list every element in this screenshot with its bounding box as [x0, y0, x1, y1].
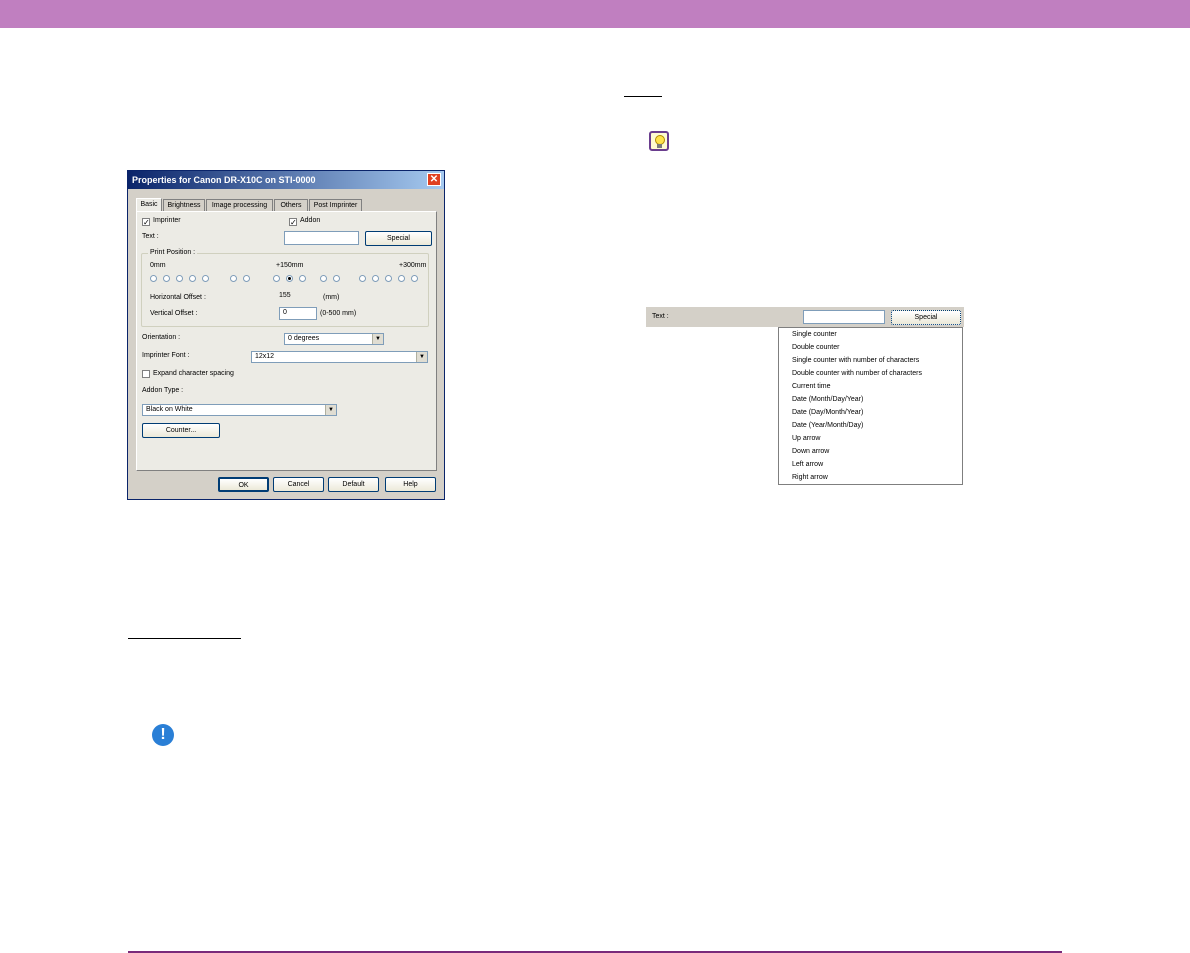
lightbulb-icon	[649, 131, 669, 151]
vertical-offset-field[interactable]: 0	[279, 307, 317, 320]
position-radio-15[interactable]	[385, 275, 392, 282]
snippet-special-button[interactable]: Special	[891, 310, 961, 325]
chevron-down-icon[interactable]: ▼	[416, 352, 427, 362]
imprinter-font-label: Imprinter Font :	[142, 352, 190, 359]
menu-item[interactable]: Date (Year/Month/Day)	[792, 422, 863, 429]
position-radio-12[interactable]	[333, 275, 340, 282]
tab-post-imprinter[interactable]: Post Imprinter	[309, 199, 362, 211]
snippet-text-label: Text :	[652, 313, 669, 320]
position-radio-8[interactable]	[273, 275, 280, 282]
exclamation-icon: !	[152, 724, 174, 746]
position-radio-11[interactable]	[320, 275, 327, 282]
help-button[interactable]: Help	[385, 477, 436, 492]
orientation-value: 0 degrees	[288, 335, 320, 342]
dialog-titlebar: Properties for Canon DR-X10C on STI-0000…	[128, 171, 444, 189]
default-button[interactable]: Default	[328, 477, 379, 492]
section-underline	[128, 638, 241, 639]
print-position-group: Print Position : 0mm +150mm +300mm Horiz…	[141, 249, 429, 327]
basic-tab-panel: ✓ Imprinter ✓ Addon Text : Special Print…	[136, 211, 437, 471]
menu-item[interactable]: Left arrow	[792, 461, 823, 468]
menu-item[interactable]: Double counter	[792, 344, 839, 351]
special-menu: Single counter Double counter Single cou…	[778, 327, 963, 485]
menu-item[interactable]: Single counter with number of characters	[792, 357, 919, 364]
snippet-text-field[interactable]	[803, 310, 885, 324]
position-radio-3[interactable]	[176, 275, 183, 282]
addon-checkbox[interactable]: ✓	[289, 218, 297, 227]
addon-type-select[interactable]: Black on White ▼	[142, 404, 337, 416]
print-position-label: Print Position :	[148, 249, 198, 256]
tab-brightness[interactable]: Brightness	[163, 199, 205, 211]
position-radio-9[interactable]	[286, 275, 293, 282]
vertical-offset-range: (0-500 mm)	[320, 310, 357, 317]
horizontal-offset-unit: (mm)	[323, 294, 340, 301]
ok-button[interactable]: OK	[218, 477, 269, 492]
orientation-label: Orientation :	[142, 334, 181, 341]
position-radio-5[interactable]	[202, 275, 209, 282]
tab-image-processing[interactable]: Image processing	[206, 199, 273, 211]
position-radio-6[interactable]	[230, 275, 237, 282]
note-underline	[624, 96, 662, 97]
position-radio-13[interactable]	[359, 275, 366, 282]
position-radio-14[interactable]	[372, 275, 379, 282]
position-radio-1[interactable]	[150, 275, 157, 282]
dialog-title: Properties for Canon DR-X10C on STI-0000	[132, 175, 316, 185]
addon-type-value: Black on White	[146, 406, 193, 413]
menu-item[interactable]: Double counter with number of characters	[792, 370, 922, 377]
position-radio-2[interactable]	[163, 275, 170, 282]
menu-item[interactable]: Right arrow	[792, 474, 828, 481]
menu-item[interactable]: Up arrow	[792, 435, 820, 442]
imprinter-label: Imprinter	[153, 217, 181, 224]
addon-type-label: Addon Type :	[142, 387, 184, 394]
pos-300mm-label: +300mm	[399, 262, 427, 269]
menu-item[interactable]: Date (Day/Month/Year)	[792, 409, 863, 416]
text-label: Text :	[142, 233, 159, 240]
vertical-offset-label: Vertical Offset :	[150, 310, 198, 317]
close-icon[interactable]: ✕	[427, 173, 441, 186]
position-radio-17[interactable]	[411, 275, 418, 282]
tab-basic[interactable]: Basic	[136, 198, 162, 212]
expand-spacing-checkbox[interactable]	[142, 370, 150, 378]
imprinter-font-select[interactable]: 12x12 ▼	[251, 351, 428, 363]
imprinter-checkbox[interactable]: ✓	[142, 218, 150, 227]
horizontal-offset-label: Horizontal Offset :	[150, 294, 206, 301]
menu-item[interactable]: Date (Month/Day/Year)	[792, 396, 863, 403]
expand-spacing-label: Expand character spacing	[153, 370, 234, 377]
properties-dialog: Properties for Canon DR-X10C on STI-0000…	[127, 170, 445, 500]
pos-0mm-label: 0mm	[150, 262, 166, 269]
imprinter-font-value: 12x12	[255, 353, 275, 360]
menu-item[interactable]: Current time	[792, 383, 831, 390]
addon-label: Addon	[300, 217, 321, 224]
tab-others[interactable]: Others	[274, 199, 308, 211]
chevron-down-icon[interactable]: ▼	[325, 405, 336, 415]
counter-button[interactable]: Counter...	[142, 423, 220, 438]
orientation-select[interactable]: 0 degrees ▼	[284, 333, 384, 345]
chevron-down-icon[interactable]: ▼	[372, 334, 383, 344]
header-band	[0, 0, 1190, 28]
menu-item[interactable]: Single counter	[792, 331, 837, 338]
text-special-snippet: Text : Special	[646, 307, 964, 327]
text-field[interactable]	[284, 231, 359, 245]
position-radio-10[interactable]	[299, 275, 306, 282]
bulb-base	[657, 144, 662, 148]
position-radio-7[interactable]	[243, 275, 250, 282]
pos-150mm-label: +150mm	[276, 262, 304, 269]
special-button[interactable]: Special	[365, 231, 432, 246]
cancel-button[interactable]: Cancel	[273, 477, 324, 492]
position-radio-4[interactable]	[189, 275, 196, 282]
position-radio-16[interactable]	[398, 275, 405, 282]
menu-item[interactable]: Down arrow	[792, 448, 829, 455]
horizontal-offset-value: 155	[279, 292, 291, 299]
